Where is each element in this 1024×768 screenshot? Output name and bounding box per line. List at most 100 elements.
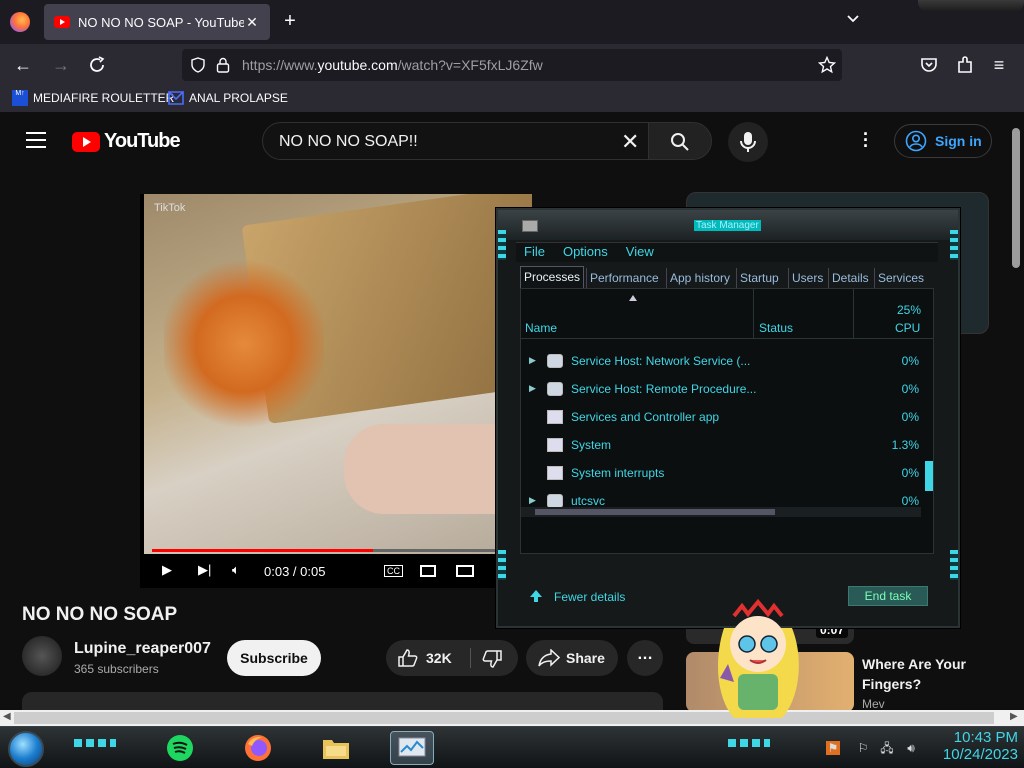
tray-app-icon[interactable]: ⚑ [826,741,840,755]
scroll-left-icon[interactable]: ◀ [3,711,11,722]
fewer-details-link[interactable]: Fewer details [554,590,625,604]
sign-in-button[interactable]: Sign in [894,124,992,158]
expand-icon[interactable]: ▶ [529,355,536,366]
expand-icon[interactable]: ▶ [529,495,536,506]
process-row[interactable]: ▶ Service Host: Remote Procedure... 0% [521,375,933,403]
scrollbar-thumb[interactable] [535,509,775,515]
more-options-icon[interactable]: · · · [858,125,874,155]
share-button[interactable]: Share [526,640,618,676]
chevron-down-icon[interactable] [846,12,860,26]
start-button[interactable] [8,731,44,767]
process-row[interactable]: System 1.3% [521,431,933,459]
task-manager-window[interactable]: Task Manager File Options View Processes P… [496,208,960,628]
tab-app-history[interactable]: App history [666,268,733,288]
bookmark-prolapse[interactable]: ANAL PROLAPSE [168,90,288,106]
pocket-icon[interactable] [918,54,940,76]
star-bookmark-icon[interactable] [818,56,836,74]
captions-icon[interactable]: CC [384,565,403,577]
menu-icon[interactable]: ≡ [988,54,1010,76]
network-icon[interactable]: 🖧︎ [880,741,894,755]
reload-icon[interactable] [86,54,108,76]
firefox-icon[interactable] [10,12,30,32]
sidebar-video-title[interactable]: Where Are Your Fingers? [862,654,1002,694]
process-vscroll[interactable] [925,293,933,507]
page-scrollbar[interactable] [1008,112,1024,712]
process-list[interactable]: Name Status 25% CPU ▶ Service Host: Netwo… [520,288,934,554]
close-tab-icon[interactable]: ✕ [244,14,260,31]
youtube-logo[interactable]: YouTube [72,130,181,153]
menu-view[interactable]: View [626,244,654,259]
column-name[interactable]: Name [525,321,557,335]
process-row[interactable]: ▶ utcsvc 0% [521,487,933,507]
process-row[interactable]: ▶ Service Host: Network Service (... 0% [521,347,933,375]
subscribe-button[interactable]: Subscribe [227,640,321,676]
fewer-details-up-icon[interactable] [528,588,544,604]
task-manager-titlebar[interactable]: Task Manager [498,210,958,240]
more-actions-button[interactable]: … [627,640,663,676]
volume-icon[interactable]: 🔈︎ [232,562,240,578]
video-player[interactable]: TikTok ▶ ▶| 🔈︎ 0:03 / 0:05 CC [140,194,532,588]
expand-icon[interactable]: ▶ [529,383,536,394]
lock-icon[interactable] [216,57,230,73]
browser-tab[interactable]: NO NO NO SOAP - YouTube ✕ [44,4,270,40]
process-name: System interrupts [571,466,665,480]
bookmark-mediafire[interactable]: M↑ MEDIAFIRE ROULETTER [12,90,174,106]
task-manager-menubar: File Options View [516,242,938,262]
taskbar-clock[interactable]: 10:43 PM 10/24/2023 [924,729,1018,763]
taskbar-neon-decoration [74,739,116,747]
tab-details[interactable]: Details [828,268,872,288]
tab-performance[interactable]: Performance [586,268,662,288]
search-button[interactable] [648,122,712,160]
search-icon [671,133,689,151]
scrollbar-thumb[interactable] [925,461,933,491]
channel-avatar[interactable] [22,636,62,676]
scroll-right-icon[interactable]: ▶ [1010,711,1018,722]
process-hscroll[interactable] [521,507,921,517]
tab-processes[interactable]: Processes [520,266,585,288]
process-row[interactable]: Services and Controller app 0% [521,403,933,431]
extensions-icon[interactable] [954,54,976,76]
taskbar-neon-decoration [728,739,770,747]
tab-users[interactable]: Users [788,268,826,288]
firefox-icon[interactable] [236,731,280,765]
theater-mode-icon[interactable] [456,565,474,577]
new-tab-button[interactable]: + [280,10,300,32]
window-controls[interactable] [918,0,1024,12]
clear-search-icon[interactable]: ✕ [621,129,639,155]
back-button[interactable]: ← [12,54,34,76]
play-icon[interactable]: ▶ [162,562,172,578]
column-status[interactable]: Status [759,321,793,335]
menu-file[interactable]: File [524,244,545,259]
thumbs-down-icon[interactable] [482,650,502,668]
task-manager-icon[interactable] [390,731,434,765]
voice-search-button[interactable] [728,122,768,162]
scrollbar-thumb[interactable] [14,712,994,724]
mediafire-icon: M↑ [12,90,28,106]
channel-name[interactable]: Lupine_reaper007 [74,640,211,658]
forward-button[interactable]: → [50,54,72,76]
menu-options[interactable]: Options [563,244,608,259]
next-icon[interactable]: ▶| [198,562,211,578]
shield-icon[interactable] [190,57,206,73]
search-input[interactable]: NO NO NO SOAP!! ✕ [262,122,650,160]
tab-services[interactable]: Services [874,268,927,288]
flag-icon[interactable]: ⚐ [856,741,870,755]
url-text[interactable]: https://www.youtube.com/watch?v=XF5fxLJ6… [242,57,543,73]
bookmark-label: MEDIAFIRE ROULETTER [33,91,175,105]
file-explorer-icon[interactable] [314,731,358,765]
thumbs-up-icon[interactable] [398,649,418,667]
service-gear-icon [547,494,563,507]
column-cpu[interactable]: CPU [895,321,920,335]
volume-tray-icon[interactable]: 🔊︎ [904,741,918,755]
horizontal-scrollbar[interactable]: ◀ ▶ [0,710,1024,726]
end-task-button[interactable]: End task [848,586,928,606]
video-progress-bar[interactable] [152,549,520,552]
url-bar[interactable]: https://www.youtube.com/watch?v=XF5fxLJ6… [182,49,842,81]
process-row[interactable]: System interrupts 0% [521,459,933,487]
sidebar-channel-name[interactable]: Mev [862,697,885,711]
spotify-icon[interactable] [158,731,202,765]
hamburger-menu-icon[interactable] [26,132,46,148]
scrollbar-thumb[interactable] [1012,128,1020,268]
miniplayer-icon[interactable] [420,565,436,577]
tab-startup[interactable]: Startup [736,268,782,288]
